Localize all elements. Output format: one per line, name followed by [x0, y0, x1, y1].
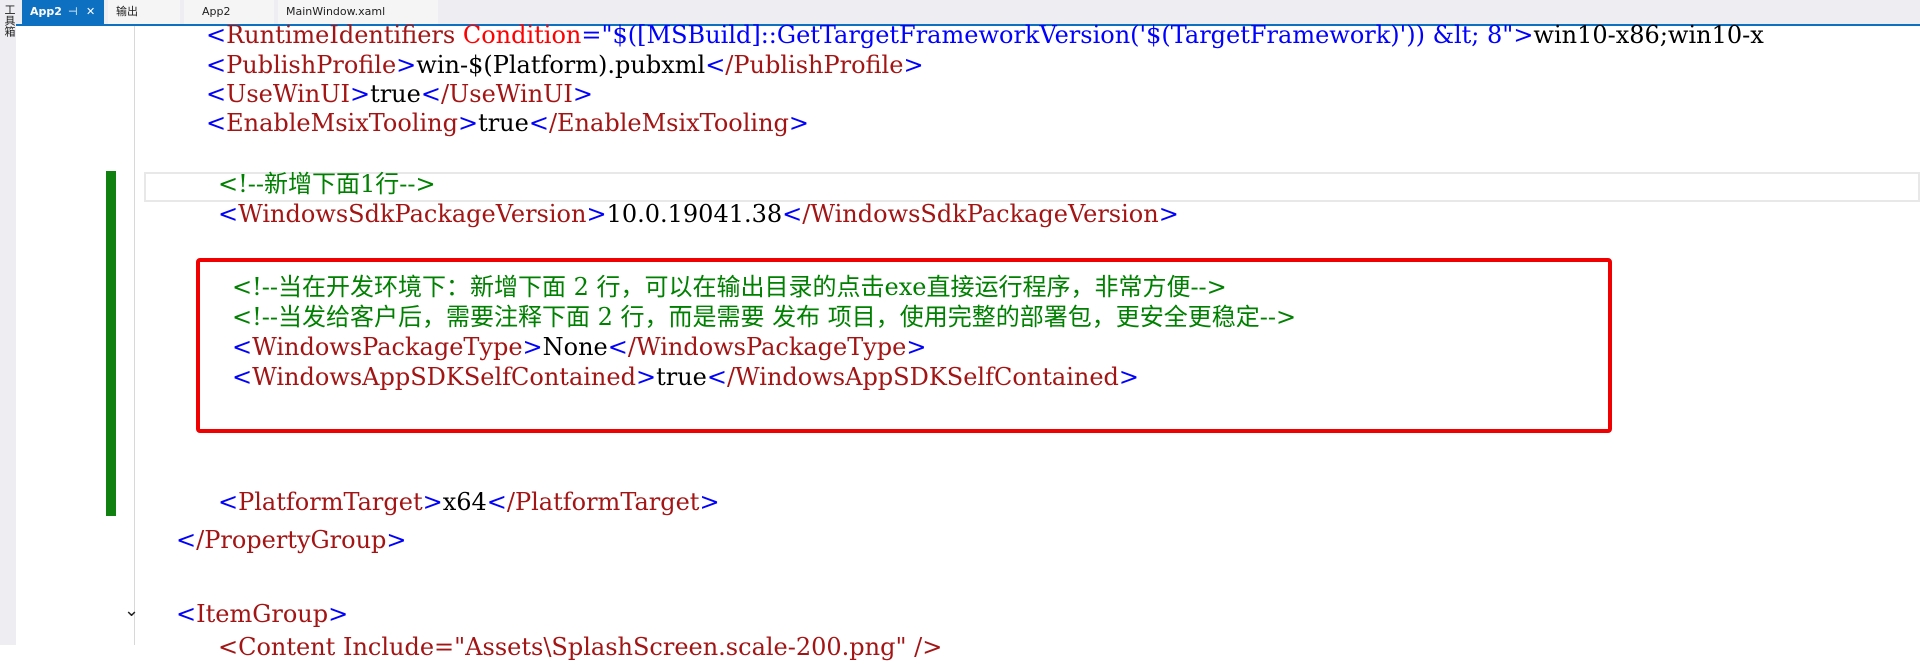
- bracket: >: [635, 363, 657, 391]
- tab-app2-label: App2: [202, 5, 231, 18]
- xml-tag: UseWinUI: [226, 80, 350, 108]
- bracket: <: [218, 488, 239, 516]
- code-line-13: <ItemGroup>: [176, 597, 348, 631]
- xml-close-tag: /EnableMsixTooling: [548, 109, 789, 137]
- code-line-4: <EnableMsixTooling>true</EnableMsixTooli…: [206, 106, 809, 140]
- code-line-11: <PlatformTarget>x64</PlatformTarget>: [218, 485, 720, 519]
- bracket: <: [420, 80, 441, 108]
- code-line-1: <RuntimeIdentifiers Condition="$([MSBuil…: [206, 18, 1764, 52]
- bracket: >: [1158, 200, 1179, 228]
- bracket: >: [903, 51, 924, 79]
- bracket: <: [232, 363, 253, 391]
- xml-text: x64: [442, 488, 487, 516]
- tab-app2-active[interactable]: App2 ⊣ ✕: [22, 0, 104, 24]
- bracket: >: [1513, 21, 1534, 49]
- bracket: <: [486, 488, 507, 516]
- xml-comment: <!--新增下面1行-->: [218, 170, 436, 198]
- bracket: >: [1118, 363, 1140, 391]
- bracket: >: [699, 488, 720, 516]
- xml-close-tag: /PlatformTarget: [506, 488, 700, 516]
- xml-text: win10-x86;win10-x: [1533, 21, 1764, 49]
- bracket: <: [607, 333, 628, 361]
- xml-tag: WindowsSdkPackageVersion: [238, 200, 587, 228]
- xml-comment: <!--当在开发环境下：新增下面 2 行，可以在输出目录的点击exe直接运行程序…: [232, 273, 1227, 301]
- xml-text: true: [370, 80, 421, 108]
- xml-close-tag: /WindowsAppSDKSelfContained: [726, 363, 1119, 391]
- bracket: <: [232, 333, 253, 361]
- equals: =: [581, 21, 602, 49]
- code-line-6: <WindowsSdkPackageVersion>10.0.19041.38<…: [218, 197, 1179, 231]
- bracket: >: [586, 200, 607, 228]
- toolbox-strip[interactable]: 工具箱: [0, 0, 17, 645]
- bracket: <: [176, 526, 197, 554]
- xml-attribute: Condition: [462, 21, 582, 49]
- bracket: <: [206, 21, 227, 49]
- xml-text: None: [542, 333, 608, 361]
- toolbox-label[interactable]: 工具箱: [1, 4, 17, 37]
- xml-tag: PublishProfile: [226, 51, 397, 79]
- xml-text: true: [478, 109, 529, 137]
- close-icon[interactable]: ✕: [86, 0, 95, 24]
- xml-text: 10.0.19041.38: [606, 200, 783, 228]
- code-line-7-comment: <!--当在开发环境下：新增下面 2 行，可以在输出目录的点击exe直接运行程序…: [232, 270, 1227, 304]
- xml-tag: ItemGroup: [196, 600, 329, 628]
- bracket: <: [528, 109, 549, 137]
- xml-close-tag: /PropertyGroup: [196, 526, 387, 554]
- pin-icon[interactable]: ⊣: [68, 0, 78, 24]
- bracket: <: [206, 51, 227, 79]
- xml-tag: PlatformTarget: [238, 488, 423, 516]
- bracket: >: [572, 80, 593, 108]
- indent-guide: [134, 26, 135, 645]
- bracket: >: [328, 600, 349, 628]
- bracket: >: [396, 51, 417, 79]
- xml-close-tag: /PublishProfile: [725, 51, 904, 79]
- xml-tag: WindowsAppSDKSelfContained: [252, 363, 636, 391]
- xml-tag: WindowsPackageType: [252, 333, 523, 361]
- xml-close-tag: /WindowsPackageType: [627, 333, 907, 361]
- code-line-12: </PropertyGroup>: [176, 523, 407, 557]
- code-line-14-partial: <Content Include="Assets\SplashScreen.sc…: [218, 633, 943, 661]
- bracket: <: [218, 200, 239, 228]
- bracket: >: [522, 333, 543, 361]
- xml-tag: EnableMsixTooling: [226, 109, 458, 137]
- bracket: >: [386, 526, 407, 554]
- tab-output-label: 输出: [116, 5, 138, 18]
- bracket: >: [788, 109, 809, 137]
- change-indicator-bar: [106, 171, 116, 516]
- bracket: >: [349, 80, 371, 108]
- code-line-9: <WindowsPackageType>None</WindowsPackage…: [232, 330, 926, 364]
- bracket: >: [906, 333, 927, 361]
- bracket: <: [782, 200, 803, 228]
- xml-tag: RuntimeIdentifiers: [226, 21, 456, 49]
- xml-text: win-$(Platform).pubxml: [416, 51, 706, 79]
- code-line-5-comment: <!--新增下面1行-->: [218, 167, 436, 201]
- xml-attribute-value: "$([MSBuild]::GetTargetFrameworkVersion(…: [601, 21, 1514, 49]
- bracket: <: [705, 51, 726, 79]
- code-line-10: <WindowsAppSDKSelfContained>true</Window…: [232, 360, 1139, 394]
- xml-close-tag: /UseWinUI: [440, 80, 573, 108]
- tab-app2-label: App2: [30, 5, 62, 18]
- xml-close-tag: /WindowsSdkPackageVersion: [802, 200, 1159, 228]
- bracket: <: [176, 600, 197, 628]
- tab-mainwindow-label: MainWindow.xaml: [286, 5, 386, 18]
- code-line-8-comment: <!--当发给客户后，需要注释下面 2 行，而是需要 发布 项目，使用完整的部署…: [232, 300, 1296, 334]
- bracket: >: [422, 488, 443, 516]
- tab-output[interactable]: 输出: [108, 0, 180, 24]
- xml-text: true: [656, 363, 707, 391]
- bracket: <: [706, 363, 727, 391]
- bracket: <: [206, 80, 227, 108]
- bracket: <: [206, 109, 227, 137]
- code-editor[interactable]: <RuntimeIdentifiers Condition="$([MSBuil…: [16, 21, 1920, 661]
- bracket: >: [457, 109, 479, 137]
- xml-comment: <!--当发给客户后，需要注释下面 2 行，而是需要 发布 项目，使用完整的部署…: [232, 303, 1297, 331]
- chevron-down-icon[interactable]: ⌄: [124, 600, 139, 621]
